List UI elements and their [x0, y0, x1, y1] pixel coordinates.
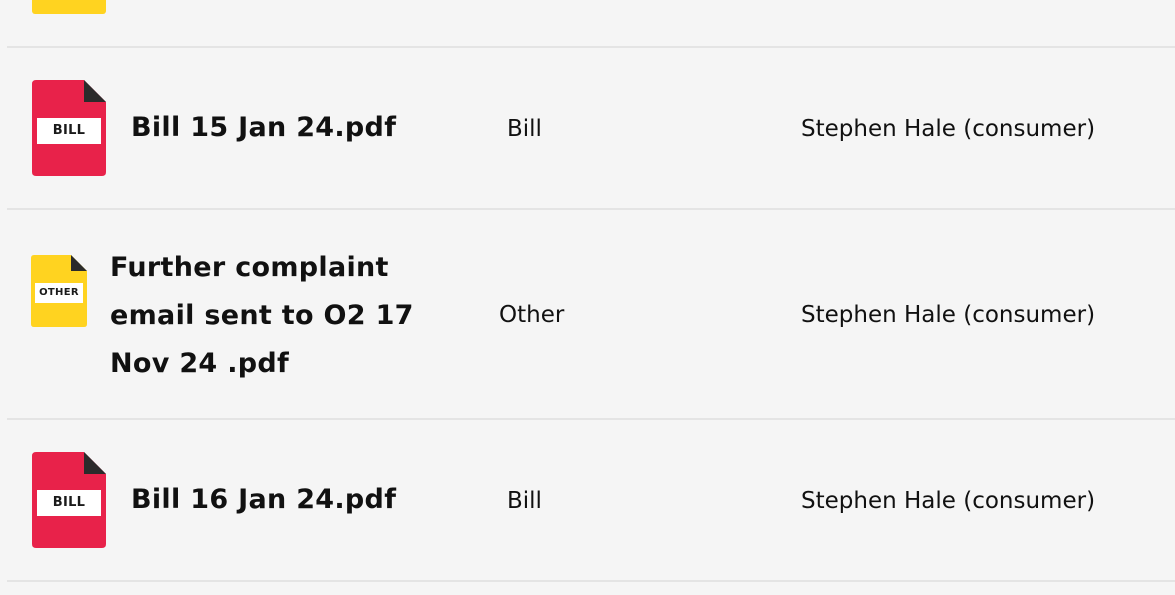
file-name-link[interactable]: Further complaint email sent to O2 17 No… — [110, 244, 430, 388]
document-type: Other — [499, 302, 565, 328]
bill-document-icon: BILL — [32, 452, 106, 548]
documents-list: BILL Bill 15 Jan 24.pdf Bill Stephen Hal… — [0, 0, 1175, 595]
uploaded-by: Stephen Hale (consumer) — [801, 302, 1096, 328]
document-type: Bill — [507, 488, 542, 514]
table-row[interactable]: BILL Bill 15 Jan 24.pdf Bill Stephen Hal… — [7, 48, 1175, 210]
bill-document-icon: BILL — [32, 80, 106, 176]
table-row-partial — [7, 0, 1175, 48]
uploaded-by: Stephen Hale (consumer) — [801, 116, 1096, 142]
table-row[interactable]: BILL Bill 16 Jan 24.pdf Bill Stephen Hal… — [7, 420, 1175, 582]
other-document-icon: OTHER — [31, 255, 87, 327]
file-name-link[interactable]: Bill 16 Jan 24.pdf — [131, 476, 396, 524]
table-row[interactable]: OTHER Further complaint email sent to O2… — [7, 210, 1175, 420]
file-name-link[interactable]: Bill 15 Jan 24.pdf — [131, 104, 396, 152]
icon-label: BILL — [37, 118, 101, 144]
icon-label: OTHER — [35, 283, 83, 303]
other-document-icon — [32, 0, 106, 14]
document-type: Bill — [507, 116, 542, 142]
uploaded-by: Stephen Hale (consumer) — [801, 488, 1096, 514]
icon-label: BILL — [37, 490, 101, 516]
